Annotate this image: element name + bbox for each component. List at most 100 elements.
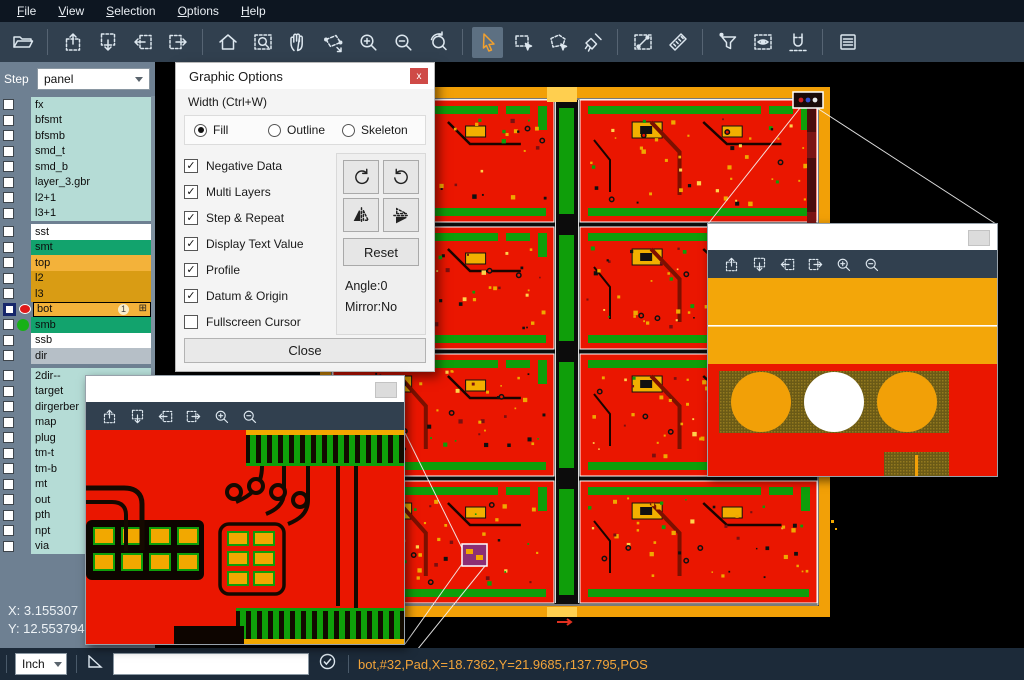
- checkbox-multi-layers[interactable]: ✓Multi Layers: [184, 179, 336, 205]
- pan-up-icon[interactable]: [97, 404, 121, 428]
- command-input[interactable]: [113, 653, 309, 675]
- layer-checkbox[interactable]: [3, 494, 14, 505]
- checkbox-negative-data[interactable]: ✓Negative Data: [184, 153, 336, 179]
- layer-checkbox[interactable]: [3, 146, 14, 157]
- home-icon[interactable]: [212, 27, 243, 58]
- layer-checkbox[interactable]: [3, 335, 14, 346]
- zoom-window-title-bar[interactable]: [86, 376, 404, 402]
- zoom-in-icon[interactable]: [352, 27, 383, 58]
- layer-checkbox[interactable]: [3, 401, 14, 412]
- pan-right-icon[interactable]: [181, 404, 205, 428]
- checkbox-fullscreen-cursor[interactable]: Fullscreen Cursor: [184, 309, 336, 335]
- layer-row-top[interactable]: top: [0, 255, 155, 271]
- window-button[interactable]: [375, 382, 397, 398]
- radio-fill[interactable]: Fill: [194, 123, 268, 137]
- layer-row-dir[interactable]: dir: [0, 348, 155, 364]
- layer-checkbox[interactable]: [3, 510, 14, 521]
- layer-checkbox[interactable]: [3, 541, 14, 552]
- unit-select[interactable]: Inch: [15, 653, 67, 675]
- layer-checkbox[interactable]: [3, 417, 14, 428]
- pan-up-icon[interactable]: [57, 27, 88, 58]
- rotate-ccw-button[interactable]: [383, 160, 419, 194]
- layer-checkbox[interactable]: [3, 448, 14, 459]
- step-select[interactable]: panel: [37, 68, 150, 90]
- layer-checkbox[interactable]: [3, 192, 14, 203]
- layer-checkbox[interactable]: [3, 303, 16, 316]
- pan-left-icon[interactable]: [775, 252, 799, 276]
- zoom-out-icon[interactable]: [387, 27, 418, 58]
- layer-checkbox[interactable]: [3, 115, 14, 126]
- menu-item-file[interactable]: File: [6, 0, 47, 22]
- pan-down-icon[interactable]: [747, 252, 771, 276]
- layer-checkbox[interactable]: [3, 99, 14, 110]
- layer-checkbox[interactable]: [3, 208, 14, 219]
- layer-row-ssb[interactable]: ssb: [0, 333, 155, 349]
- layer-checkbox[interactable]: [3, 319, 14, 330]
- pan-down-icon[interactable]: [125, 404, 149, 428]
- layer-row-smd_t[interactable]: smd_t: [0, 144, 155, 160]
- layer-checkbox[interactable]: [3, 177, 14, 188]
- zoom-out-icon[interactable]: [859, 252, 883, 276]
- zoom-in-icon[interactable]: [831, 252, 855, 276]
- layer-row-smb[interactable]: smb: [0, 317, 155, 333]
- pan-up-icon[interactable]: [719, 252, 743, 276]
- pan-hand-icon[interactable]: [282, 27, 313, 58]
- layer-row-l3+1[interactable]: l3+1: [0, 206, 155, 222]
- layer-row-bot[interactable]: bot1⊞: [0, 302, 155, 318]
- drag-view-icon[interactable]: [317, 27, 348, 58]
- layer-checkbox[interactable]: [3, 226, 14, 237]
- rect-select-icon[interactable]: [507, 27, 538, 58]
- zoom-window-right[interactable]: [707, 223, 998, 477]
- pan-left-icon[interactable]: [153, 404, 177, 428]
- clean-brush-icon[interactable]: [577, 27, 608, 58]
- group-select-icon[interactable]: [542, 27, 573, 58]
- layer-row-l3[interactable]: l3: [0, 286, 155, 302]
- layer-checkbox[interactable]: [3, 432, 14, 443]
- flip-horizontal-button[interactable]: [343, 198, 379, 232]
- pan-right-icon[interactable]: [803, 252, 827, 276]
- layer-row-l2[interactable]: l2: [0, 271, 155, 287]
- zoom-window-icon[interactable]: [247, 27, 278, 58]
- layer-checkbox[interactable]: [3, 479, 14, 490]
- pan-right-icon[interactable]: [162, 27, 193, 58]
- pan-down-icon[interactable]: [92, 27, 123, 58]
- window-button[interactable]: [968, 230, 990, 246]
- layer-row-smd_b[interactable]: smd_b: [0, 159, 155, 175]
- layer-checkbox[interactable]: [3, 525, 14, 536]
- open-folder-icon[interactable]: [7, 27, 38, 58]
- view-options-icon[interactable]: [747, 27, 778, 58]
- rotate-cw-button[interactable]: [343, 160, 379, 194]
- menu-item-view[interactable]: View: [47, 0, 95, 22]
- apply-check-icon[interactable]: [319, 653, 336, 675]
- layer-row-l2+1[interactable]: l2+1: [0, 190, 155, 206]
- layer-row-bfsmb[interactable]: bfsmb: [0, 128, 155, 144]
- layer-checkbox[interactable]: [3, 273, 14, 284]
- layer-checkbox[interactable]: [3, 386, 14, 397]
- close-button[interactable]: Close: [184, 338, 426, 363]
- layer-checkbox[interactable]: [3, 242, 14, 253]
- checkbox-display-text-value[interactable]: ✓Display Text Value: [184, 231, 336, 257]
- flip-vertical-button[interactable]: [383, 198, 419, 232]
- layer-row-layer_3.gbr[interactable]: layer_3.gbr: [0, 175, 155, 191]
- menu-item-help[interactable]: Help: [230, 0, 277, 22]
- zoom-previous-icon[interactable]: [422, 27, 453, 58]
- menu-item-selection[interactable]: Selection: [95, 0, 166, 22]
- layer-checkbox[interactable]: [3, 350, 14, 361]
- select-cursor-icon[interactable]: [472, 27, 503, 58]
- layer-row-smt[interactable]: smt: [0, 240, 155, 256]
- checkbox-profile[interactable]: ✓Profile: [184, 257, 336, 283]
- menu-item-options[interactable]: Options: [167, 0, 230, 22]
- layer-row-bfsmt[interactable]: bfsmt: [0, 113, 155, 129]
- layer-checkbox[interactable]: [3, 161, 14, 172]
- reset-button[interactable]: Reset: [343, 238, 419, 266]
- layers-panel-icon[interactable]: [832, 27, 863, 58]
- angle-measure-icon[interactable]: [87, 655, 103, 674]
- checkbox-step-repeat[interactable]: ✓Step & Repeat: [184, 205, 336, 231]
- layer-checkbox[interactable]: [3, 257, 14, 268]
- close-icon[interactable]: x: [410, 68, 428, 84]
- zoom-out-icon[interactable]: [237, 404, 261, 428]
- checkbox-datum-origin[interactable]: ✓Datum & Origin: [184, 283, 336, 309]
- pan-left-icon[interactable]: [127, 27, 158, 58]
- ruler-icon[interactable]: [662, 27, 693, 58]
- layer-checkbox[interactable]: [3, 288, 14, 299]
